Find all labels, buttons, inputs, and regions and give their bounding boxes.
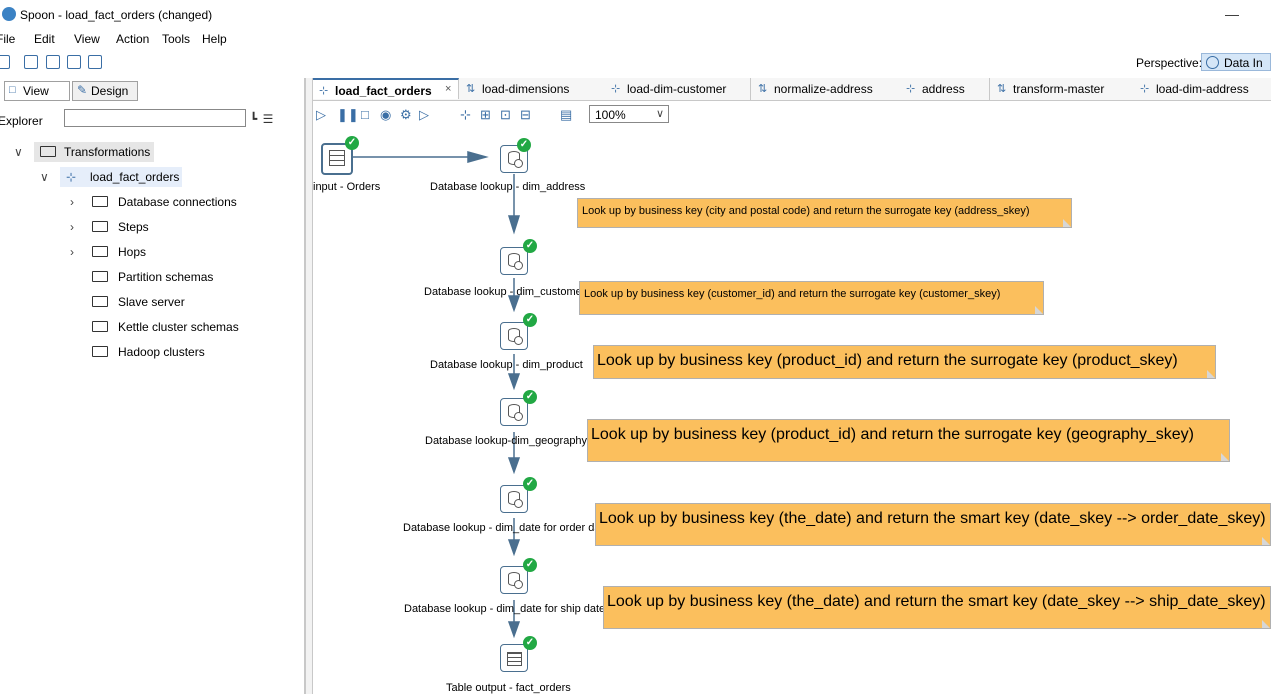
note-ship-date[interactable]: Look up by business key (the_date) and r…	[603, 586, 1271, 629]
note-order-date[interactable]: Look up by business key (the_date) and r…	[595, 503, 1271, 546]
database-lookup-icon	[508, 404, 523, 421]
success-check-icon: ✓	[523, 390, 537, 404]
step-db-lookup-dim-geography[interactable]	[500, 398, 528, 426]
note-product[interactable]: Look up by business key (product_id) and…	[593, 345, 1216, 379]
hop-arrow	[507, 295, 521, 313]
hop-arrow	[467, 151, 489, 163]
success-check-icon: ✓	[517, 138, 531, 152]
step-db-lookup-dim-product[interactable]	[500, 322, 528, 350]
note-customer[interactable]: Look up by business key (customer_id) an…	[579, 281, 1044, 315]
hop-arrow	[507, 215, 521, 235]
hop-arrow	[507, 457, 521, 475]
success-check-icon: ✓	[523, 477, 537, 491]
database-lookup-icon	[508, 328, 523, 345]
step-table-output[interactable]	[500, 644, 528, 672]
step-label: input - Orders	[313, 181, 381, 193]
step-db-lookup-dim-customer[interactable]	[500, 247, 528, 275]
note-address[interactable]: Look up by business key (city and postal…	[577, 198, 1072, 228]
step-db-lookup-dim-date-ship[interactable]	[500, 566, 528, 594]
step-db-lookup-dim-date-order[interactable]	[500, 485, 528, 513]
step-label: Table output - fact_orders	[446, 682, 571, 694]
step-label: Database lookup - dim_customer	[424, 286, 586, 298]
table-output-icon	[507, 652, 522, 666]
table-input-icon	[329, 150, 345, 166]
step-label: Database lookup - dim_product	[430, 359, 583, 371]
success-check-icon: ✓	[523, 313, 537, 327]
database-lookup-icon	[508, 491, 523, 508]
success-check-icon: ✓	[345, 136, 359, 150]
database-lookup-icon	[508, 253, 523, 270]
note-geography[interactable]: Look up by business key (product_id) and…	[587, 419, 1230, 462]
success-check-icon: ✓	[523, 558, 537, 572]
database-lookup-icon	[508, 572, 523, 589]
hop-arrow	[507, 539, 521, 557]
success-check-icon: ✓	[523, 239, 537, 253]
step-label: Database lookup-dim_geography	[425, 435, 588, 447]
step-label: Database lookup - dim_date for ship date	[404, 603, 606, 615]
hop-arrow	[507, 621, 521, 639]
database-lookup-icon	[508, 151, 523, 168]
step-label: Database lookup - dim_date for order dat…	[403, 522, 610, 534]
hop-arrow	[507, 373, 521, 391]
step-label: Database lookup - dim_address	[430, 181, 586, 193]
success-check-icon: ✓	[523, 636, 537, 650]
